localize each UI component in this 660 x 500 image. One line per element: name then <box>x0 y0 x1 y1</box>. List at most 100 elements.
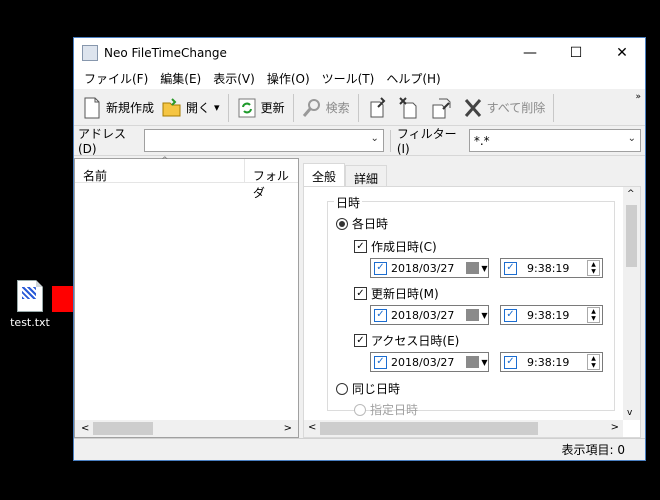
tab-general[interactable]: 全般 <box>303 163 346 186</box>
created-checkbox[interactable]: ✓ 作成日時(C) <box>354 238 437 255</box>
filter-value: *.* <box>473 133 490 148</box>
scroll-thumb[interactable] <box>626 205 637 267</box>
accessed-date-value: 2018/03/27 <box>391 355 455 369</box>
desktop-file-test-txt[interactable]: test.txt <box>8 280 52 329</box>
chevron-down-icon[interactable]: ⌄ <box>628 133 636 144</box>
check-icon[interactable]: ✓ <box>354 287 367 300</box>
toolbar-separator <box>357 93 359 122</box>
file-list-hscrollbar[interactable]: < > <box>75 420 298 437</box>
scroll-left-icon[interactable]: < <box>81 423 89 434</box>
maximize-button[interactable]: ☐ <box>553 38 599 68</box>
check-icon[interactable]: ✓ <box>504 355 517 369</box>
properties-vscrollbar[interactable]: ^ v <box>623 187 640 420</box>
modified-time-picker[interactable]: ✓ 9:38:19 ▲ ▼ <box>500 305 603 325</box>
address-combo[interactable]: ⌄ <box>144 129 384 152</box>
created-date-picker[interactable]: ✓ 2018/03/27 ▼ <box>370 258 489 278</box>
tab-general-body: 日時 各日時 ✓ 作成日時(C) ✓ 2018/03/27 ▼ ✓ 9:38:1… <box>303 186 641 438</box>
calendar-icon[interactable] <box>466 356 480 368</box>
open-button[interactable]: 開く ▾ <box>158 93 224 123</box>
delete-all-button[interactable]: すべて削除 <box>459 93 550 123</box>
calendar-icon[interactable] <box>466 309 480 321</box>
chevron-down-icon[interactable]: ▼ <box>481 264 487 273</box>
new-button[interactable]: 新規作成 <box>78 93 158 123</box>
check-icon[interactable]: ✓ <box>374 261 387 275</box>
menu-bar: ファイル(F) 編集(E) 表示(V) 操作(O) ツール(T) ヘルプ(H) <box>74 68 645 90</box>
accessed-time-picker[interactable]: ✓ 9:38:19 ▲ ▼ <box>500 352 603 372</box>
file-list[interactable]: 名前 フォルダ < > <box>74 156 299 438</box>
move-item-button[interactable] <box>427 93 459 123</box>
toolbar-overflow-icon[interactable]: » <box>635 92 641 102</box>
menu-tools[interactable]: ツール(T) <box>316 70 381 87</box>
radio-same[interactable]: 同じ日時 <box>336 380 400 397</box>
radio-same-indicator[interactable] <box>336 382 348 395</box>
column-name[interactable]: 名前 <box>75 156 245 183</box>
modified-time-value: 9:38:19 <box>527 308 570 322</box>
spin-buttons[interactable]: ▲ ▼ <box>587 354 600 370</box>
modified-checkbox[interactable]: ✓ 更新日時(M) <box>354 285 439 302</box>
chevron-down-icon[interactable]: ▼ <box>481 311 487 320</box>
radio-same-sub[interactable]: 指定日時 <box>354 401 418 418</box>
created-label: 作成日時(C) <box>371 240 437 254</box>
open-button-label: 開く <box>186 101 211 115</box>
scroll-thumb[interactable] <box>93 422 154 435</box>
delete-all-label: すべて削除 <box>486 101 546 115</box>
close-button[interactable]: ✕ <box>599 38 645 68</box>
menu-edit[interactable]: 編集(E) <box>154 70 207 87</box>
modified-date-value: 2018/03/27 <box>391 308 455 322</box>
file-list-header: 名前 フォルダ <box>75 156 298 200</box>
created-time-picker[interactable]: ✓ 9:38:19 ▲ ▼ <box>500 258 603 278</box>
radio-each[interactable]: 各日時 <box>336 215 388 232</box>
address-label: アドレス(D) <box>78 127 127 156</box>
calendar-icon[interactable] <box>466 262 480 274</box>
radio-same-sub-indicator[interactable] <box>354 403 366 416</box>
scroll-up-icon[interactable]: ^ <box>627 189 635 199</box>
check-icon[interactable]: ✓ <box>504 261 517 275</box>
app-window: Neo FileTimeChange — ☐ ✕ ファイル(F) 編集(E) 表… <box>73 37 646 461</box>
scroll-thumb[interactable] <box>320 422 538 435</box>
text-file-icon <box>17 280 43 312</box>
modified-label: 更新日時(M) <box>371 287 439 301</box>
new-document-icon <box>84 97 100 118</box>
scroll-right-icon[interactable]: > <box>284 423 292 434</box>
filter-combo[interactable]: *.* ⌄ <box>468 129 642 152</box>
scroll-right-icon[interactable]: > <box>611 422 619 433</box>
spin-buttons[interactable]: ▲ ▼ <box>587 307 600 323</box>
refresh-icon <box>238 98 256 117</box>
check-icon[interactable]: ✓ <box>354 334 367 347</box>
created-date-value: 2018/03/27 <box>391 261 455 275</box>
toolbar-separator <box>553 93 555 122</box>
modified-date-picker[interactable]: ✓ 2018/03/27 ▼ <box>370 305 489 325</box>
accessed-checkbox[interactable]: ✓ アクセス日時(E) <box>354 332 459 349</box>
check-icon[interactable]: ✓ <box>354 240 367 253</box>
tab-details[interactable]: 詳細 <box>345 165 388 186</box>
menu-operation[interactable]: 操作(O) <box>261 70 316 87</box>
add-item-button[interactable] <box>363 93 395 123</box>
status-bar: 表示項目: 0 <box>74 438 645 460</box>
chevron-down-icon[interactable]: ▾ <box>214 101 220 114</box>
delete-x-icon <box>464 98 481 117</box>
refresh-button[interactable]: 更新 <box>233 93 289 123</box>
scroll-left-icon[interactable]: < <box>308 422 316 433</box>
spin-buttons[interactable]: ▲ ▼ <box>587 260 600 276</box>
menu-view[interactable]: 表示(V) <box>207 70 261 87</box>
toolbar-separator <box>292 93 294 122</box>
chevron-down-icon[interactable]: ▼ <box>481 358 487 367</box>
remove-item-button[interactable] <box>395 93 427 123</box>
minimize-button[interactable]: — <box>507 38 553 68</box>
radio-each-indicator[interactable] <box>336 217 348 230</box>
check-icon[interactable]: ✓ <box>504 308 517 322</box>
title-bar[interactable]: Neo FileTimeChange — ☐ ✕ <box>74 38 645 68</box>
check-icon[interactable]: ✓ <box>374 308 387 322</box>
window-title: Neo FileTimeChange <box>104 46 227 60</box>
check-icon[interactable]: ✓ <box>374 355 387 369</box>
menu-help[interactable]: ヘルプ(H) <box>380 70 446 87</box>
chevron-down-icon[interactable]: ⌄ <box>370 133 378 144</box>
tab-strip: 全般 詳細 <box>303 163 641 186</box>
scroll-down-icon[interactable]: v <box>627 408 632 418</box>
menu-file[interactable]: ファイル(F) <box>78 70 154 87</box>
properties-hscrollbar[interactable]: < > <box>304 420 623 437</box>
column-folder[interactable]: フォルダ <box>245 159 298 200</box>
toolbar-separator <box>227 93 229 122</box>
accessed-date-picker[interactable]: ✓ 2018/03/27 ▼ <box>370 352 489 372</box>
search-button[interactable]: 検索 <box>298 93 354 123</box>
